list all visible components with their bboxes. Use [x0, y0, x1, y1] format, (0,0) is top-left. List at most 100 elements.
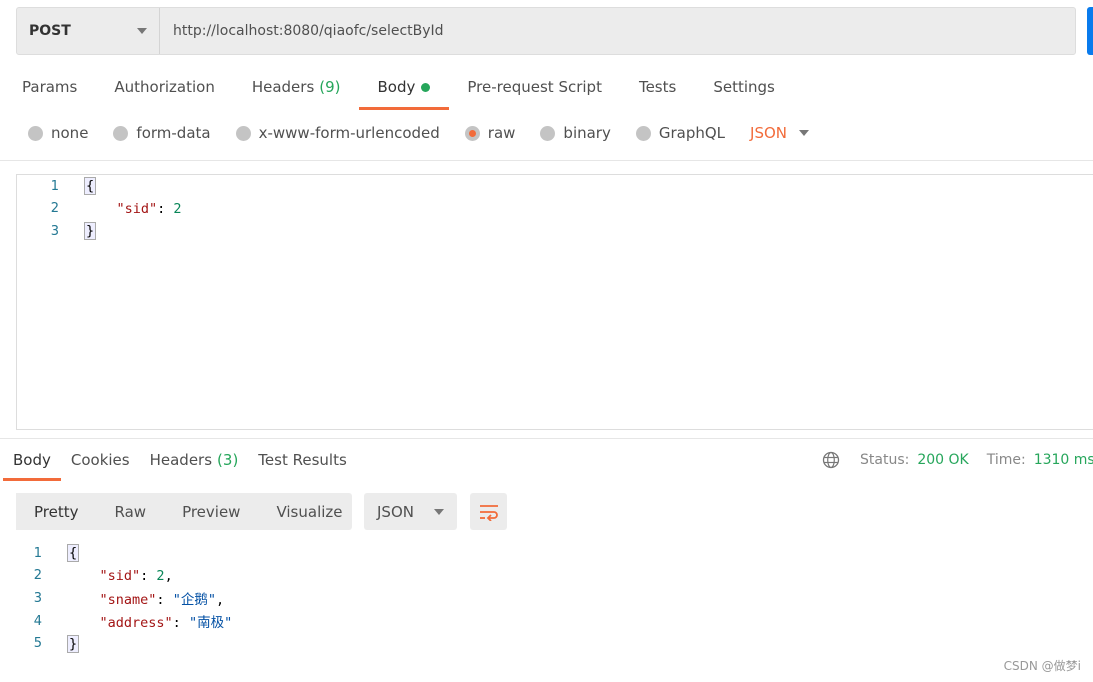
radio-raw[interactable]: raw	[464, 124, 516, 142]
globe-icon[interactable]	[822, 451, 840, 469]
code-line: 2 "sid": 2	[17, 198, 1093, 221]
tab-body[interactable]: Body	[358, 78, 450, 110]
radio-label: raw	[487, 124, 516, 142]
response-tab-body[interactable]: Body	[3, 451, 61, 481]
tab-settings[interactable]: Settings	[713, 78, 775, 108]
radio-x-www-form-urlencoded[interactable]: x-www-form-urlencoded	[235, 124, 440, 142]
tab-count: (3)	[217, 451, 239, 469]
radio-GraphQL[interactable]: GraphQL	[635, 124, 726, 142]
view-raw[interactable]: Raw	[97, 493, 165, 530]
tab-label: Test Results	[258, 451, 347, 469]
tab-label: Pre-request Script	[467, 78, 602, 96]
line-number: 2	[33, 568, 42, 584]
line-number: 5	[33, 636, 42, 652]
line-text: "sid": 2	[116, 200, 182, 217]
radio-icon	[113, 125, 129, 141]
tab-label: Authorization	[114, 78, 215, 96]
wrap-icon	[479, 504, 498, 521]
wrap-lines-button[interactable]	[470, 493, 507, 530]
line-text: "sid": 2,	[99, 567, 173, 584]
tab-params[interactable]: Params	[22, 78, 77, 108]
response-status: Status: 200 OK Time: 1310 ms	[822, 451, 1093, 469]
response-tab-test-results[interactable]: Test Results	[258, 451, 346, 479]
method-label: POST	[29, 23, 71, 39]
radio-label: GraphQL	[658, 124, 726, 142]
line-number: 1	[33, 545, 42, 561]
chevron-down-icon	[434, 508, 444, 515]
method-select[interactable]: POST	[17, 8, 160, 54]
response-tabs: Body Cookies Headers (3) Test Results	[3, 451, 367, 481]
radio-binary[interactable]: binary	[540, 124, 611, 142]
line-text: {	[84, 177, 97, 196]
code-line: 5}	[0, 632, 1093, 655]
time-label: Time:	[986, 452, 1026, 468]
response-format-select[interactable]: JSON	[364, 493, 457, 530]
format-label: JSON	[750, 124, 788, 142]
url-bar: POST http://localhost:8080/qiaofc/select…	[16, 7, 1076, 55]
chevron-down-icon	[137, 28, 147, 34]
radio-label: form-data	[136, 124, 211, 142]
send-button[interactable]	[1087, 7, 1093, 55]
tab-label: Cookies	[70, 451, 130, 469]
line-number: 2	[50, 201, 59, 217]
tab-label: Tests	[638, 78, 677, 96]
line-text: }	[84, 222, 97, 241]
divider	[0, 438, 1093, 439]
line-number: 4	[33, 613, 42, 629]
code-line: 1{	[0, 542, 1093, 565]
watermark: CSDN @做梦i	[1003, 659, 1081, 673]
status-label: Status:	[860, 452, 910, 468]
code-line: 2 "sid": 2,	[0, 565, 1093, 588]
url-input[interactable]: http://localhost:8080/qiaofc/selectById	[160, 23, 444, 39]
line-text: {	[67, 544, 80, 563]
tab-headers[interactable]: Headers (9)	[252, 78, 341, 108]
radio-label: x-www-form-urlencoded	[258, 124, 440, 142]
tab-authorization[interactable]: Authorization	[114, 78, 214, 108]
chevron-down-icon	[799, 130, 810, 136]
tab-count: (9)	[319, 78, 341, 96]
radio-icon	[28, 125, 43, 141]
format-label: JSON	[377, 502, 414, 521]
radio-none[interactable]: none	[28, 124, 88, 142]
tab-label: Body	[377, 78, 416, 96]
radio-icon	[540, 125, 556, 141]
line-text: "address": "南极"	[99, 615, 233, 632]
response-tab-headers[interactable]: Headers (3)	[150, 451, 239, 479]
code-line: 1{	[17, 175, 1093, 198]
radio-icon	[635, 125, 651, 141]
request-body-editor[interactable]: 1{2 "sid": 2 3}	[16, 174, 1093, 430]
radio-label: none	[51, 124, 89, 142]
radio-icon	[464, 125, 480, 141]
tab-label: Params	[22, 78, 78, 96]
radio-label: binary	[563, 124, 611, 142]
tab-label: Body	[13, 451, 51, 469]
divider	[0, 160, 1093, 161]
code-line: 3 "sname": "企鹅",	[0, 587, 1093, 610]
body-format-select[interactable]: JSON	[750, 124, 810, 142]
response-body: 1{2 "sid": 2, 3 "sname": "企鹅", 4 "address"…	[0, 542, 1093, 655]
tab-tests[interactable]: Tests	[639, 78, 676, 108]
time-value[interactable]: 1310 ms	[1034, 452, 1093, 468]
tab-label: Headers	[149, 451, 213, 469]
status-value: 200 OK	[917, 452, 969, 468]
tab-label: Headers	[251, 78, 315, 96]
line-number: 1	[50, 178, 59, 194]
radio-icon	[235, 125, 251, 141]
request-tabs: Params Authorization Headers (9) Body Pre-req…	[22, 78, 812, 110]
view-mode-group: Pretty Raw Preview Visualize	[16, 493, 352, 530]
line-number: 3	[33, 590, 42, 606]
status-dot-icon	[421, 83, 431, 92]
code-line: 3}	[17, 220, 1093, 243]
line-text: "sname": "企鹅",	[99, 592, 225, 609]
view-pretty[interactable]: Pretty	[16, 493, 97, 530]
body-type-options: none form-data x-www-form-urlencoded raw bin…	[28, 124, 810, 142]
tab-label: Settings	[713, 78, 775, 96]
response-tab-cookies[interactable]: Cookies	[71, 451, 130, 479]
line-number: 3	[50, 223, 59, 239]
radio-form-data[interactable]: form-data	[113, 124, 211, 142]
view-preview[interactable]: Preview	[164, 493, 258, 530]
view-visualize[interactable]: Visualize	[258, 493, 360, 530]
tab-pre-request-script[interactable]: Pre-request Script	[467, 78, 602, 108]
line-text: }	[67, 634, 80, 653]
code-line: 4 "address": "南极"	[0, 610, 1093, 633]
